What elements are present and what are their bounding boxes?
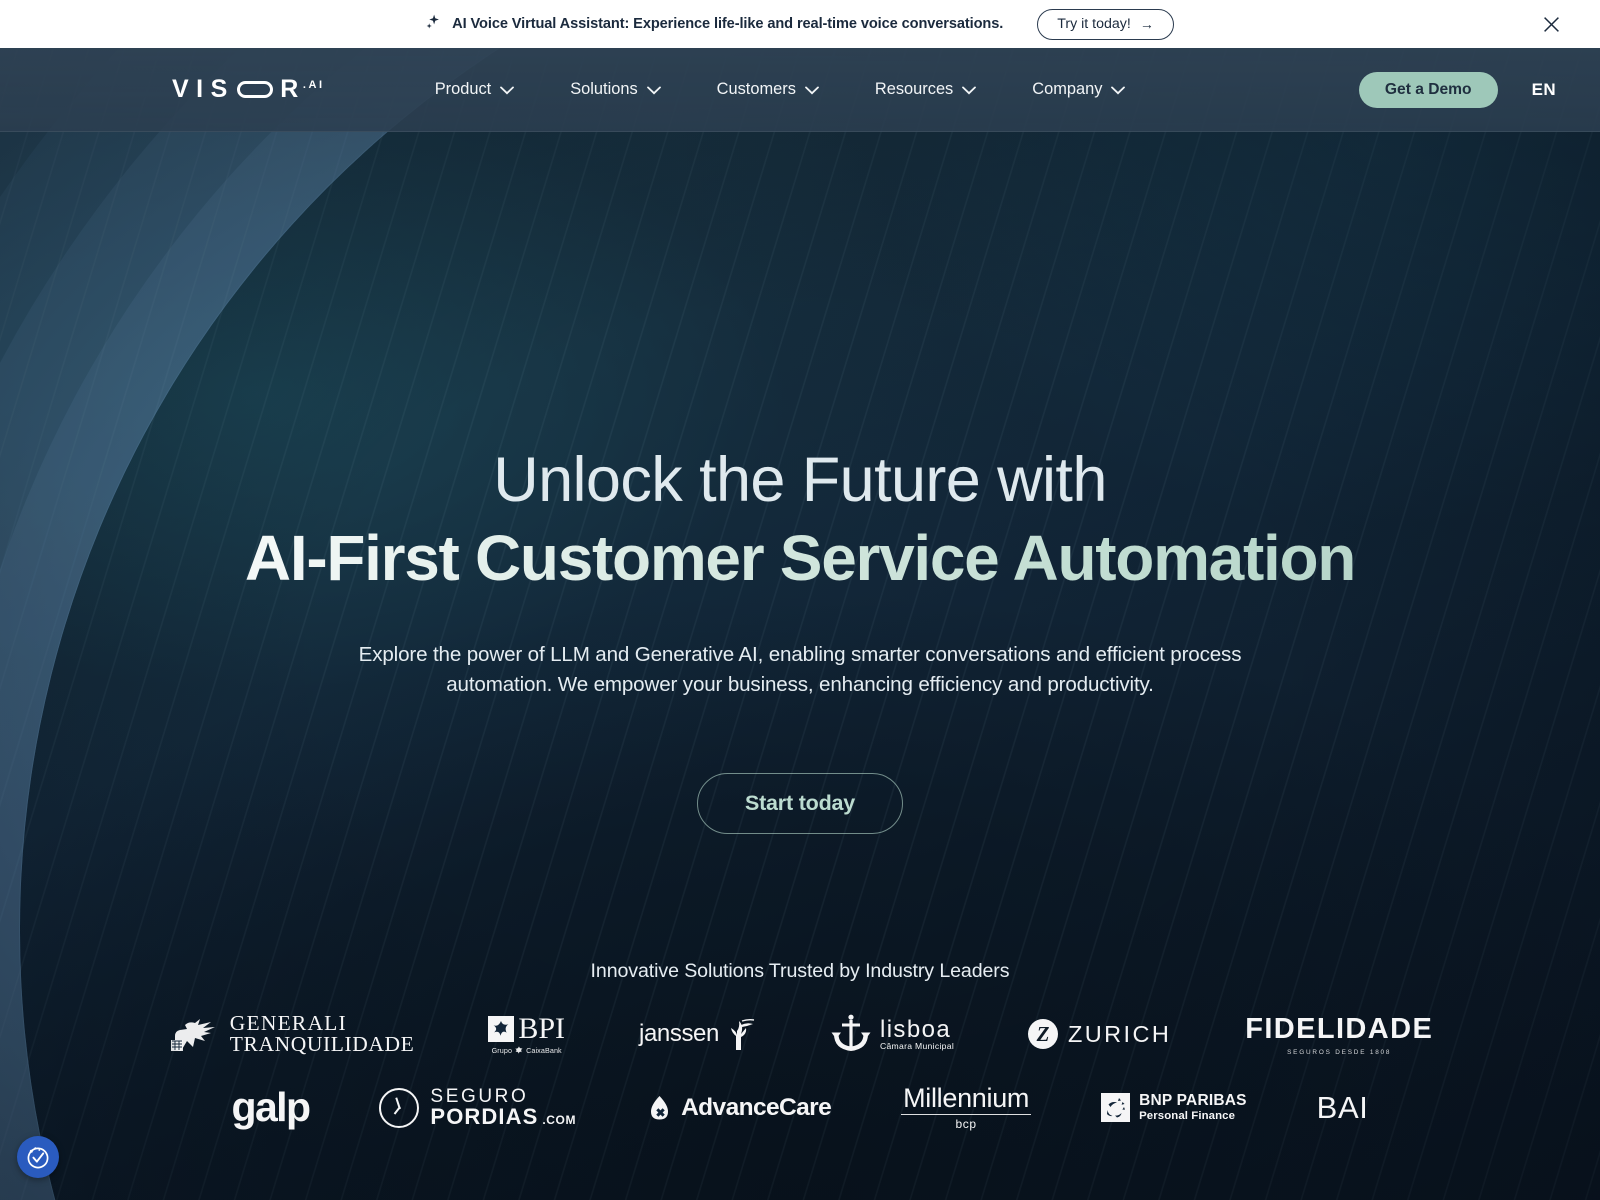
client-logo-lisboa: lisboa Câmara Municipal [830, 1014, 954, 1054]
client-logo-seguropordias: SEGURO PORDIAS .COM [379, 1087, 576, 1128]
seguropordias-clock-icon [379, 1087, 420, 1128]
lisboa-wordmark: lisboa Câmara Municipal [879, 1015, 955, 1052]
main-navigation: VIS R .AI Product Solutions Customers Re… [0, 48, 1600, 132]
hero-heading-line2: AI-First Customer Service Automation [0, 524, 1600, 593]
client-logo-generali: GENERALI TRANQUILIDADE [167, 1011, 415, 1057]
accessibility-widget-button[interactable] [17, 1136, 59, 1178]
hero-heading-line1: Unlock the Future with [493, 445, 1107, 515]
janssen-torch-icon [730, 1019, 755, 1051]
chevron-down-icon [646, 86, 661, 95]
hero-section: Unlock the Future with AI-First Customer… [0, 132, 1600, 834]
announcement-bar: AI Voice Virtual Assistant: Experience l… [0, 0, 1600, 48]
trusted-by-title: Innovative Solutions Trusted by Industry… [590, 959, 1010, 982]
bpi-name: BPI [518, 1011, 566, 1045]
language-selector[interactable]: EN [1524, 76, 1564, 104]
fidelidade-name: FIDELIDADE [1245, 1012, 1434, 1045]
galp-name: galp [231, 1084, 311, 1131]
chevron-down-icon [1111, 86, 1126, 95]
close-announcement-button[interactable] [1538, 11, 1564, 37]
start-today-button[interactable]: Start today [696, 772, 904, 834]
bai-name: BAI [1316, 1089, 1369, 1125]
close-icon [1543, 16, 1559, 32]
advancecare-name: AdvanceCare [681, 1093, 832, 1121]
client-logo-zurich: Z ZURICH [1028, 1019, 1172, 1050]
announcement-message: AI Voice Virtual Assistant: Experience l… [452, 16, 1004, 32]
client-logo-bpi: BPI Grupo CaixaBank [488, 1011, 566, 1055]
logo-suffix: .AI [302, 79, 325, 91]
janssen-name: janssen [639, 1020, 719, 1048]
hero-subheading: Explore the power of LLM and Generative … [358, 643, 1242, 696]
generali-wordmark: GENERALI TRANQUILIDADE [229, 1011, 415, 1057]
logo-text-part1: VIS [172, 75, 235, 103]
nav-item-label: Resources [874, 80, 954, 98]
advancecare-icon [651, 1095, 669, 1120]
caixabank-star-icon [515, 1046, 523, 1055]
generali-lion-icon [170, 1019, 215, 1052]
bpi-main: BPI [488, 1011, 566, 1045]
lisboa-subtitle: Câmara Municipal [879, 1041, 955, 1052]
site-logo[interactable]: VIS R .AI [172, 77, 325, 102]
lisboa-anchor-icon [831, 1014, 871, 1052]
millennium-subtitle: bcp [955, 1117, 977, 1132]
client-logo-advancecare: AdvanceCare [646, 1093, 832, 1122]
hero-cta-wrapper: Start today [0, 772, 1600, 834]
nav-item-resources[interactable]: Resources [847, 80, 1004, 99]
client-logo-bnpparibas: BNP PARIBAS Personal Finance [1101, 1092, 1247, 1123]
nav-item-solutions[interactable]: Solutions [542, 80, 688, 99]
lisboa-name: lisboa [879, 1015, 952, 1043]
nav-item-label: Product [434, 80, 492, 98]
client-logo-bai: BAI [1317, 1090, 1369, 1126]
bpi-star-icon [488, 1015, 515, 1042]
bnp-stars-icon [1101, 1093, 1131, 1123]
zurich-name: ZURICH [1068, 1020, 1172, 1047]
bpi-sub-brand: CaixaBank [526, 1045, 562, 1055]
logo-wordmark: VIS R [172, 77, 306, 102]
announcement-cta-label: Try it today! [1057, 16, 1131, 32]
get-a-demo-button[interactable]: Get a Demo [1358, 71, 1498, 108]
nav-item-label: Company [1032, 80, 1103, 98]
client-logo-row-2: galp SEGURO PORDIAS .COM AdvanceCare Mil… [0, 1082, 1600, 1132]
millennium-name: Millennium [903, 1082, 1030, 1113]
sparkle-icon [426, 14, 441, 34]
bnp-wordmark: BNP PARIBAS Personal Finance [1139, 1092, 1247, 1122]
seguropordias-line2-group: PORDIAS .COM [430, 1106, 576, 1128]
logo-pill-icon [236, 81, 273, 98]
trusted-by-section: Innovative Solutions Trusted by Industry… [0, 959, 1600, 1132]
nav-actions: Get a Demo EN [1358, 71, 1564, 108]
nav-item-product[interactable]: Product [407, 80, 543, 99]
client-logo-galp: galp [231, 1084, 311, 1131]
nav-item-company[interactable]: Company [1004, 80, 1153, 99]
nav-item-label: Customers [716, 80, 796, 98]
nav-item-label: Solutions [570, 80, 638, 98]
fidelidade-subtitle: SEGUROS DESDE 1808 [1287, 1048, 1392, 1056]
seguropordias-wordmark: SEGURO PORDIAS .COM [430, 1087, 576, 1128]
page-root: VIS R .AI Product Solutions Customers Re… [0, 48, 1600, 1200]
chevron-down-icon [805, 86, 819, 95]
millennium-rule [901, 1114, 1032, 1116]
client-logo-millennium: Millennium bcp [901, 1082, 1032, 1132]
client-logo-fidelidade: FIDELIDADE SEGUROS DESDE 1808 [1245, 1013, 1433, 1056]
chevron-down-icon [962, 86, 977, 95]
seguropordias-suffix: .COM [542, 1113, 577, 1128]
seguropordias-line2: PORDIAS [430, 1104, 539, 1130]
generali-name-line2: TRANQUILIDADE [229, 1032, 415, 1057]
client-logo-janssen: janssen [639, 1017, 756, 1051]
zurich-z-icon: Z [1028, 1019, 1059, 1050]
accessibility-icon [27, 1147, 49, 1169]
generali-name-line1: GENERALI [229, 1011, 347, 1036]
nav-item-customers[interactable]: Customers [689, 80, 847, 99]
arrow-right-icon: → [1139, 16, 1154, 32]
chevron-down-icon [500, 86, 515, 95]
client-logo-row-1: GENERALI TRANQUILIDADE BPI Grupo CaixaBa… [0, 1011, 1600, 1057]
bnp-name-line2: Personal Finance [1139, 1109, 1236, 1122]
announcement-text-group: AI Voice Virtual Assistant: Experience l… [426, 14, 1003, 34]
try-it-today-button[interactable]: Try it today! → [1037, 8, 1174, 40]
bpi-sub-prefix: Grupo [491, 1045, 513, 1055]
bnp-name-line1: BNP PARIBAS [1139, 1092, 1247, 1110]
nav-links: Product Solutions Customers Resources Co… [407, 80, 1154, 99]
bpi-subtitle: Grupo CaixaBank [492, 1046, 562, 1055]
